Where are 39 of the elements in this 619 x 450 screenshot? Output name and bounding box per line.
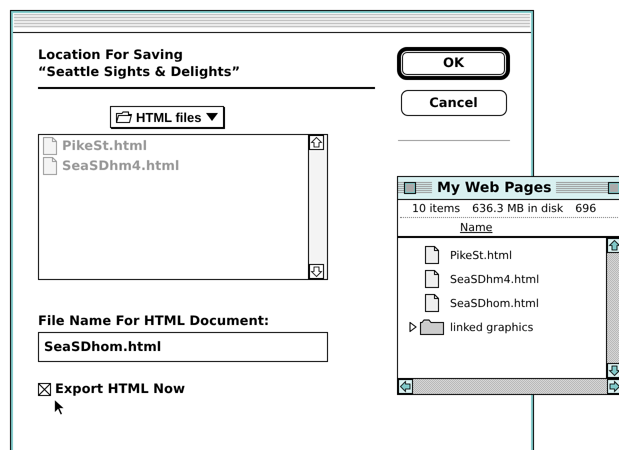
finder-item[interactable]: SeaSDhom.html bbox=[398, 293, 606, 313]
checkbox-icon[interactable] bbox=[38, 383, 51, 396]
info-text: 696 bbox=[575, 202, 596, 215]
document-icon bbox=[425, 270, 439, 288]
finder-item[interactable]: SeaSDhm4.html bbox=[398, 269, 606, 289]
folder-icon bbox=[116, 111, 132, 123]
dialog-button[interactable]: Cancel bbox=[400, 90, 506, 116]
disclosure-triangle-icon[interactable] bbox=[408, 322, 418, 332]
scroll-arrow-left[interactable] bbox=[398, 379, 413, 394]
info-text: 10 items bbox=[412, 202, 460, 215]
scroll-arrow-up[interactable] bbox=[607, 238, 619, 253]
column-header[interactable]: Name bbox=[460, 220, 492, 234]
finder-item[interactable]: PikeSt.html bbox=[398, 245, 606, 265]
zoom-box[interactable] bbox=[608, 182, 619, 194]
document-icon bbox=[425, 294, 439, 312]
scroll-arrow-right[interactable] bbox=[607, 379, 619, 394]
folder-icon bbox=[420, 319, 444, 335]
scroll-bar[interactable] bbox=[308, 135, 327, 279]
pointer-icon bbox=[54, 399, 65, 416]
document-icon bbox=[425, 246, 439, 264]
dialog-heading: Location For Saving bbox=[38, 47, 183, 64]
field-label: File Name For HTML Document: bbox=[38, 314, 270, 329]
finder-item[interactable]: linked graphics bbox=[398, 317, 606, 337]
close-box[interactable] bbox=[404, 182, 416, 194]
scroll-bar[interactable] bbox=[398, 378, 619, 394]
document-icon bbox=[43, 157, 57, 175]
scroll-arrow-up[interactable] bbox=[309, 135, 324, 150]
export-checkbox[interactable]: Export HTML Now bbox=[38, 382, 185, 397]
dropdown-triangle-icon bbox=[206, 113, 218, 121]
dialog-heading: “Seattle Sights & Delights” bbox=[38, 64, 240, 81]
default-button[interactable]: OK bbox=[397, 47, 510, 80]
folder-popup[interactable]: HTML files bbox=[110, 106, 224, 128]
filename-field[interactable]: SeaSDhom.html bbox=[38, 332, 328, 362]
document-icon bbox=[43, 137, 57, 155]
scroll-arrow-down[interactable] bbox=[309, 264, 324, 279]
scroll-bar[interactable] bbox=[606, 238, 619, 378]
window-title: My Web Pages bbox=[432, 180, 556, 196]
info-text: 636.3 MB in disk bbox=[472, 202, 564, 215]
scroll-arrow-down[interactable] bbox=[607, 363, 619, 378]
